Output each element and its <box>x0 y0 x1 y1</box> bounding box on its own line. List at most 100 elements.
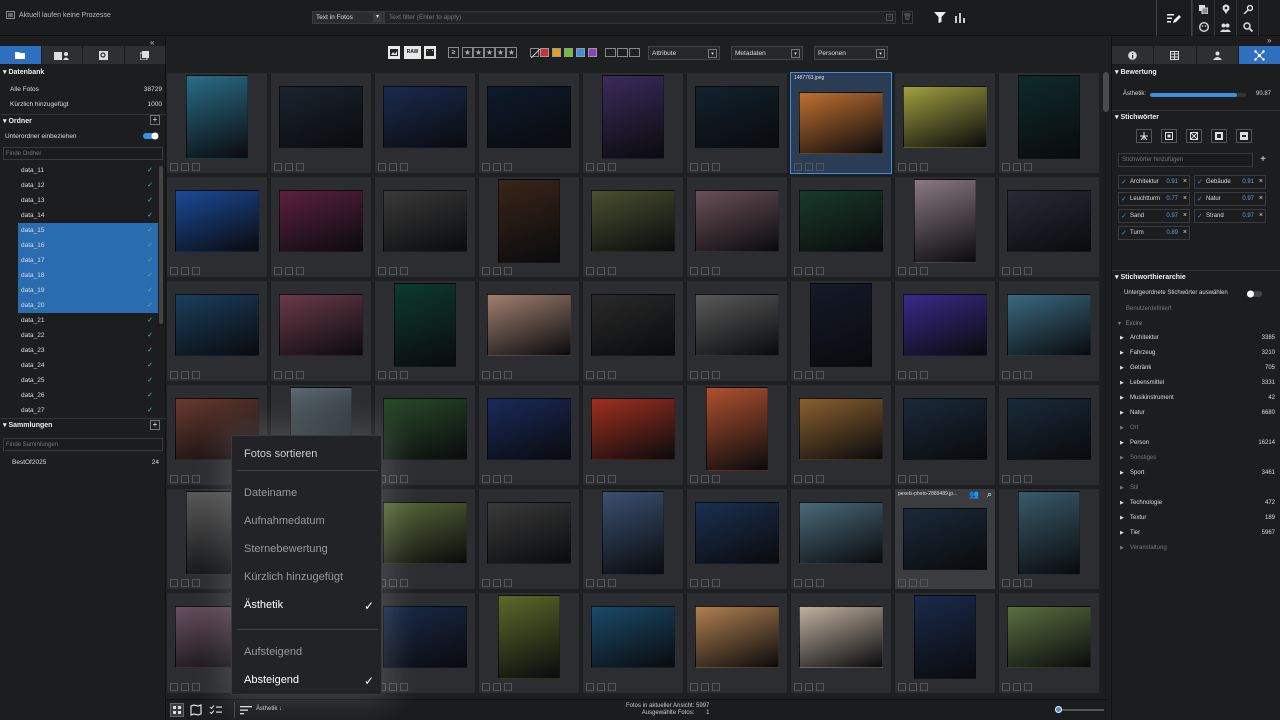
pin-icon[interactable] <box>378 371 386 379</box>
metadata-dropdown[interactable]: Metadaten ▾ <box>731 46 803 60</box>
photo-thumbnail[interactable]: 1487763.jpeg <box>790 72 892 174</box>
flag-icon[interactable] <box>400 371 408 379</box>
checkbox-icon[interactable] <box>597 163 605 171</box>
tab-collections[interactable] <box>124 46 166 64</box>
chevron-right-icon[interactable]: ▶ <box>1120 455 1124 461</box>
hierarchy-item[interactable]: ▶ Sport 3461 <box>1120 467 1275 481</box>
pin-icon[interactable] <box>378 163 386 171</box>
image-filter-button[interactable] <box>388 46 400 59</box>
hierarchy-section-header[interactable]: ▾ Stichworthierarchie <box>1112 270 1280 282</box>
text-filter-input[interactable]: Text filter (Enter to apply) × <box>384 11 896 24</box>
photo-thumbnail[interactable] <box>894 72 996 174</box>
flag-icon[interactable] <box>920 475 928 483</box>
pin-icon[interactable] <box>690 371 698 379</box>
no-color-label-button[interactable] <box>530 48 540 58</box>
hierarchy-item[interactable]: ▶ Getränk 705 <box>1120 362 1275 376</box>
pin-icon[interactable] <box>482 683 490 691</box>
chevron-right-icon[interactable]: ▶ <box>1120 440 1124 446</box>
keyword-chip[interactable]: ✓ Leuchtturm 0.77 × <box>1118 192 1190 206</box>
search-icon[interactable] <box>1236 18 1258 36</box>
keyword-chip[interactable]: ✓ Sand 0.97 × <box>1118 209 1190 223</box>
folders-section-header[interactable]: ▾ Ordner <box>0 114 166 126</box>
hierarchy-item[interactable]: ▶ Sonstiges <box>1120 452 1275 466</box>
checkbox-icon[interactable] <box>909 475 917 483</box>
pin-icon[interactable] <box>482 579 490 587</box>
grid-view-button[interactable] <box>170 703 184 717</box>
photo-thumbnail[interactable] <box>478 176 580 278</box>
photo-thumbnail[interactable] <box>478 72 580 174</box>
sort-option[interactable]: Kürzlich hinzugefügt <box>244 571 374 591</box>
photo-thumbnail[interactable] <box>374 384 476 486</box>
clear-icon[interactable]: × <box>886 14 893 21</box>
pin-icon[interactable] <box>1002 163 1010 171</box>
database-section-header[interactable]: ▾ Datenbank <box>0 68 166 80</box>
flag-icon[interactable] <box>504 475 512 483</box>
search-scope-dropdown[interactable]: Text in Fotos ▾ <box>312 11 384 24</box>
pin-icon[interactable] <box>586 579 594 587</box>
photo-thumbnail[interactable] <box>582 488 684 590</box>
flag-icon[interactable] <box>712 371 720 379</box>
collection-item[interactable]: BestOf2025 24 <box>0 456 166 469</box>
photo-thumbnail[interactable] <box>270 280 372 382</box>
selection-view-icon[interactable] <box>209 704 223 716</box>
photo-thumbnail[interactable] <box>166 176 268 278</box>
flag-icon[interactable] <box>400 475 408 483</box>
duplicates-icon[interactable] <box>1192 0 1214 18</box>
folder-scrollbar[interactable] <box>159 166 163 324</box>
hierarchy-item[interactable]: ▶ Tier 5967 <box>1120 527 1275 541</box>
custom-keywords-label[interactable]: Benutzerdefiniert <box>1126 306 1171 312</box>
flag-icon[interactable] <box>920 163 928 171</box>
photo-thumbnail[interactable] <box>166 280 268 382</box>
pin-icon[interactable] <box>274 163 282 171</box>
photo-thumbnail[interactable] <box>686 176 788 278</box>
flag-icon[interactable] <box>920 371 928 379</box>
pin-icon[interactable] <box>378 267 386 275</box>
remove-keyword-icon[interactable]: × <box>1259 212 1263 219</box>
chevron-right-icon[interactable]: ▶ <box>1120 515 1124 521</box>
checkbox-icon[interactable] <box>909 267 917 275</box>
keyword-chip[interactable]: ✓ Gebäude 0.91 × <box>1194 175 1266 189</box>
photo-thumbnail[interactable] <box>998 488 1100 590</box>
chevron-right-icon[interactable]: ▶ <box>1120 500 1124 506</box>
checkbox-icon[interactable] <box>805 371 813 379</box>
checkbox-icon[interactable] <box>181 475 189 483</box>
recent-photos-item[interactable]: Kürzlich hinzugefügt 1000 <box>0 98 166 111</box>
statistics-icon[interactable] <box>954 11 966 23</box>
checkbox-icon[interactable] <box>701 683 709 691</box>
color-label-4[interactable] <box>576 48 585 57</box>
thumbnail-size-slider[interactable] <box>1060 709 1104 711</box>
collection-search-input[interactable]: Finde Sammlungen <box>3 438 163 451</box>
checkbox-icon[interactable] <box>597 475 605 483</box>
pin-icon[interactable] <box>794 267 802 275</box>
flag-icon[interactable] <box>712 475 720 483</box>
checkbox-icon[interactable] <box>493 267 501 275</box>
unflagged-filter-button[interactable] <box>629 48 640 57</box>
folder-item[interactable]: data_20 ✓ <box>18 298 158 313</box>
sort-order-option[interactable]: Absteigend ✓ <box>244 674 374 694</box>
color-label-1[interactable] <box>540 48 549 57</box>
photo-thumbnail[interactable] <box>790 176 892 278</box>
remove-keyword-icon[interactable]: × <box>1183 195 1187 202</box>
chevron-right-icon[interactable]: ▶ <box>1120 350 1124 356</box>
pin-icon[interactable] <box>898 683 906 691</box>
folder-item[interactable]: data_12 ✓ <box>18 178 158 193</box>
flag-icon[interactable] <box>920 267 928 275</box>
folder-item[interactable]: data_19 ✓ <box>18 283 158 298</box>
checkbox-icon[interactable] <box>389 475 397 483</box>
keywords-section-header[interactable]: ▾ Stichwörter <box>1112 110 1280 122</box>
flag-icon[interactable] <box>712 579 720 587</box>
remove-keyword-icon[interactable]: × <box>1183 178 1187 185</box>
photo-thumbnail[interactable]: pexels-photo-2889489.jp... 👥 ⌕ <box>894 488 996 590</box>
photo-thumbnail[interactable] <box>686 488 788 590</box>
flag-icon[interactable] <box>608 371 616 379</box>
flag-icon[interactable] <box>296 163 304 171</box>
checkbox-icon[interactable] <box>701 371 709 379</box>
photo-thumbnail[interactable] <box>998 176 1100 278</box>
collections-section-header[interactable]: ▾ Sammlungen <box>0 418 166 430</box>
folder-item[interactable]: data_27 ✓ <box>18 403 158 418</box>
pin-icon[interactable] <box>586 683 594 691</box>
checkbox-icon[interactable] <box>1013 475 1021 483</box>
photo-thumbnail[interactable] <box>894 592 996 694</box>
checkbox-icon[interactable] <box>493 475 501 483</box>
flag-icon[interactable] <box>608 475 616 483</box>
